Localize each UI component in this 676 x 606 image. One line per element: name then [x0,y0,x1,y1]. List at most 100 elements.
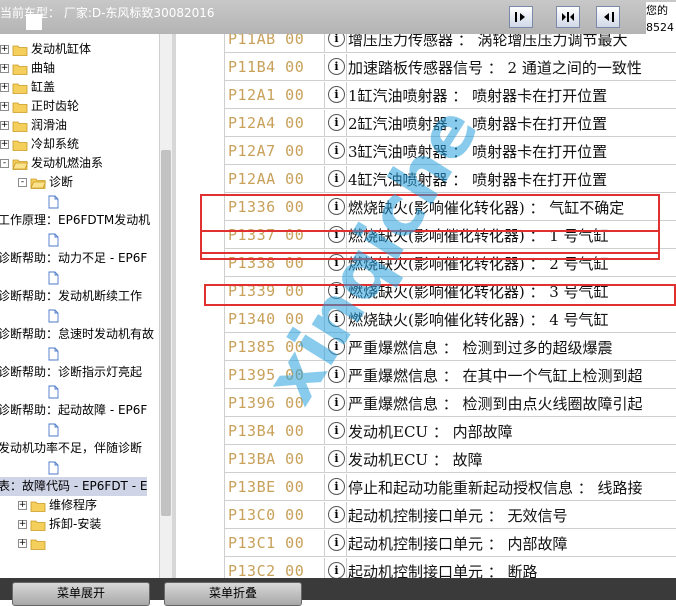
column-divider [324,54,325,80]
tree-item-label: 曲轴 [31,61,56,75]
tree-item-label: 工作原理：EP6FDTM发动机 [0,213,151,227]
tree-item-label: 冷却系统 [31,137,80,151]
info-icon[interactable]: i [328,562,345,578]
tree-item-label: 缸盖 [31,80,56,94]
tree-item[interactable]: 表：故障代码 - EP6FDT - E [0,477,148,496]
highlight-box [204,284,676,306]
fault-description: 1缸汽油喷射器 ： 喷射器卡在打开位置 [348,87,608,105]
tree-item[interactable]: 诊断帮助：诊断指示灯亮起 [0,363,142,382]
fault-code: P11B4 00 [228,58,305,76]
info-icon[interactable]: i [328,58,345,75]
nav-split-button[interactable] [556,6,580,28]
tree-item[interactable]: 诊断帮助：起动故障 - EP6F [0,401,147,420]
fault-code: P13BE 00 [228,478,305,496]
folder-icon [12,140,28,151]
tree-item[interactable]: 发动机功率不足，伴随诊断 [0,439,142,458]
table-row[interactable]: P13C2 00 i 起动机控制接口单元 ： 断路 [224,558,676,578]
table-row[interactable]: P13BA 00 i 发动机ECU ： 故障 [224,446,676,473]
tree-item[interactable]: - 诊断 [18,173,73,192]
info-icon[interactable]: i [328,114,345,131]
tree-item[interactable]: + 曲轴 [0,59,55,78]
fault-description: 发动机ECU ： 故障 [348,451,483,469]
table-row[interactable]: P12A1 00 i 1缸汽油喷射器 ： 喷射器卡在打开位置 [224,82,676,109]
tree-item[interactable] [48,230,59,249]
tree-item[interactable]: + 缸盖 [0,78,55,97]
info-icon[interactable]: i [328,142,345,159]
column-divider [324,558,325,578]
expander-icon[interactable]: + [0,140,9,149]
fault-description: 燃烧缺火(影响催化转化器) ： 4 号气缸 [348,311,609,329]
expander-icon[interactable]: + [0,45,9,54]
nav-last-button[interactable] [596,6,620,28]
fault-description: 严重爆燃信息 ： 检测到由点火线圈故障引起 [348,395,643,413]
tree-item-label: 诊断帮助：起动故障 - EP6F [0,403,148,417]
tree-item[interactable] [48,268,59,287]
tree-item[interactable]: 诊断帮助：怠速时发动机有故 [0,325,154,344]
table-row[interactable]: P13B4 00 i 发动机ECU ： 内部故障 [224,418,676,445]
tree-item[interactable] [48,192,59,211]
tree-item[interactable]: - 发动机燃油系 [0,154,103,173]
expander-icon[interactable]: + [0,83,9,92]
expander-icon[interactable]: + [18,520,27,529]
nav-first-button[interactable] [509,6,533,28]
expander-icon[interactable]: - [18,178,27,187]
fault-description: 加速踏板传感器信号 ： 2 通道之间的一致性 [348,59,642,77]
tree-item[interactable]: 工作原理：EP6FDTM发动机 [0,211,150,230]
info-icon[interactable]: i [328,34,345,47]
expander-icon[interactable]: + [18,539,27,548]
tree-item[interactable]: + 拆卸-安装 [18,515,101,534]
tree-item[interactable]: 诊断帮助：发动机断续工作 [0,287,142,306]
tree-item[interactable]: + 冷却系统 [0,135,79,154]
expander-icon[interactable]: + [0,121,9,130]
tree-item[interactable]: 诊断帮助：动力不足 - EP6F [0,249,147,268]
column-divider [324,530,325,556]
column-divider [346,418,347,444]
tree-item-label: 诊断 [49,175,74,189]
tree-item[interactable]: + 维修程序 [18,496,97,515]
menu-collapse-button[interactable]: 菜单折叠 [164,582,302,606]
fault-description: 严重爆燃信息 ： 检测到过多的超级爆震 [348,339,613,357]
tree-item-label: 发动机功率不足，伴随诊断 [0,441,143,455]
fault-code: P13BA 00 [228,450,305,468]
tree-scrollbar-thumb[interactable] [161,150,171,516]
table-row[interactable]: P11AB 00 i 增压压力传感器 ： 涡轮增压压力调节最大 [224,34,676,53]
table-row[interactable]: P13BE 00 i 停止和起动功能重新起动授权信息 ： 线路接 [224,474,676,501]
tree-item[interactable] [48,420,59,439]
info-icon[interactable]: i [328,506,345,523]
fault-code: P13C1 00 [228,534,305,552]
tree-scrollbar[interactable] [159,34,172,578]
info-icon[interactable]: i [328,478,345,495]
table-row[interactable]: P13C0 00 i 起动机控制接口单元 ： 无效信号 [224,502,676,529]
tree-item-label: 发动机缸体 [31,42,92,56]
info-icon[interactable]: i [328,422,345,439]
tree-item[interactable]: + 正时齿轮 [0,97,79,116]
table-row[interactable]: P13C1 00 i 起动机控制接口单元 ： 内部故障 [224,530,676,557]
fault-description: 发动机ECU ： 内部故障 [348,423,513,441]
arrow-right-bar-icon [515,12,525,22]
tree-item-label: 维修程序 [49,498,98,512]
info-icon[interactable]: i [328,170,345,187]
tree-item[interactable] [48,306,59,325]
tree-item-label: 诊断帮助：诊断指示灯亮起 [0,365,143,379]
info-icon[interactable]: i [328,450,345,467]
info-icon[interactable]: i [328,86,345,103]
fault-code: P12AA 00 [228,170,305,188]
tree-item[interactable]: + [18,534,49,553]
expander-icon[interactable]: + [18,501,27,510]
window-icon [26,14,42,30]
column-divider [346,502,347,528]
table-row[interactable]: P11B4 00 i 加速踏板传感器信号 ： 2 通道之间的一致性 [224,54,676,81]
tree-item[interactable]: + 发动机缸体 [0,40,91,59]
column-divider [324,82,325,108]
tree-item[interactable] [48,458,59,477]
expander-icon[interactable]: + [0,64,9,73]
menu-expand-button[interactable]: 菜单展开 [12,582,150,606]
info-icon[interactable]: i [328,534,345,551]
expander-icon[interactable]: + [0,102,9,111]
column-divider [346,166,347,192]
tree-item[interactable]: + 润滑油 [0,116,67,135]
folder-icon [30,501,46,512]
tree-item[interactable] [48,344,59,363]
tree-item[interactable] [48,382,59,401]
expander-icon[interactable]: - [0,159,9,168]
